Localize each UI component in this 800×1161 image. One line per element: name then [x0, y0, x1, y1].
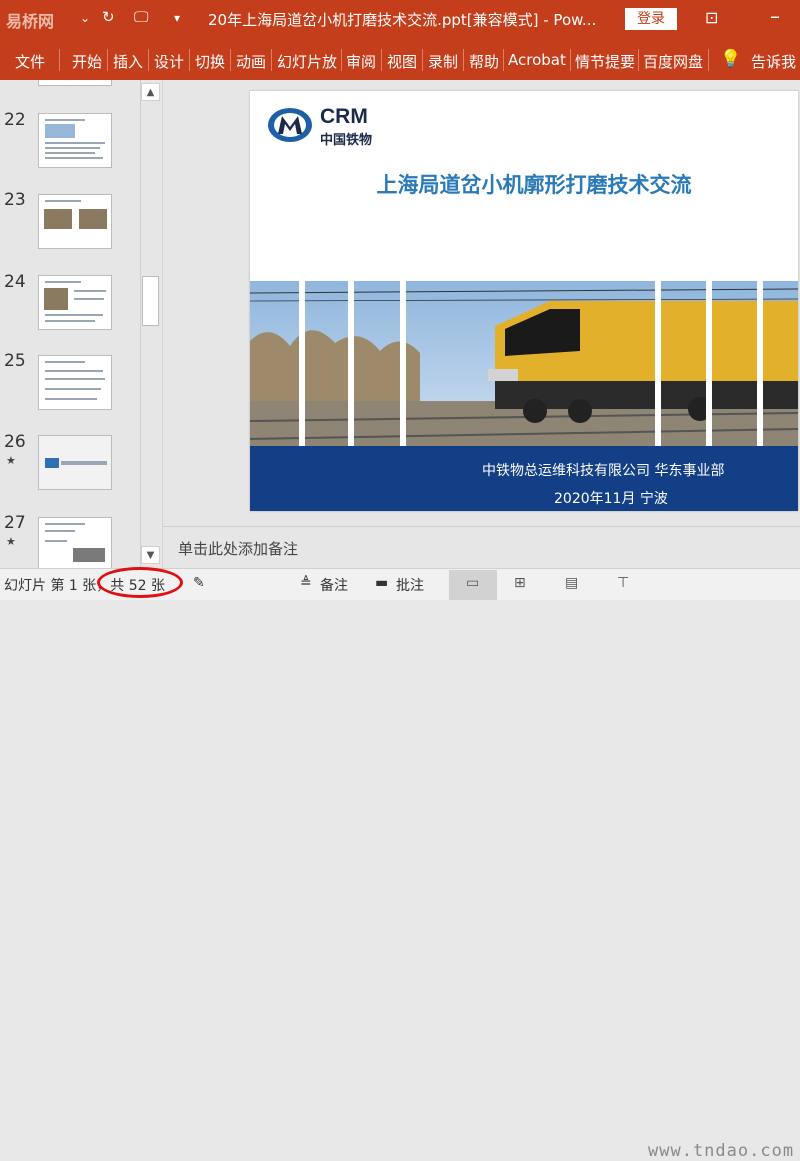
reading-view-icon[interactable]: ▤ — [565, 575, 578, 591]
slide-thumbnail-27[interactable] — [38, 517, 112, 568]
tab-file[interactable]: 文件 — [15, 51, 45, 72]
title-bar: 易桥网 ⌄ ↻ 🖵 ▾ 20年上海局道岔小机打磨技术交流.ppt[兼容模式] -… — [0, 0, 800, 38]
tab-divider — [708, 49, 709, 71]
tab-divider — [503, 49, 504, 71]
company-name: 中铁物总运维科技有限公司 华东事业部 — [482, 463, 725, 479]
scroll-down-arrow-icon[interactable]: ▼ — [141, 546, 160, 564]
thumbnail-number: 27 — [4, 513, 26, 533]
tab-slideshow[interactable]: 幻灯片放 — [277, 51, 337, 72]
ribbon-tabs: 文件 开始 插入 设计 切换 动画 幻灯片放 审阅 视图 录制 帮助 Acrob… — [0, 38, 800, 80]
slideshow-icon[interactable]: ⊤ — [617, 575, 629, 591]
thumbnail-number: 23 — [4, 190, 26, 210]
thumbnail-scrollbar[interactable]: ▲ ▼ — [140, 80, 160, 568]
slide-thumbnail-23[interactable] — [38, 194, 112, 249]
date-location: 2020年11月 宁波 — [554, 491, 668, 507]
tab-divider — [381, 49, 382, 71]
slide-footer-band: 中铁物总运维科技有限公司 华东事业部 2020年11月 宁波 — [250, 446, 798, 511]
chevron-down-icon[interactable]: ⌄ — [80, 11, 90, 25]
notes-placeholder[interactable]: 单击此处添加备注 — [178, 538, 298, 559]
current-slide[interactable]: CRM 中国铁物 上海局道岔小机廓形打磨技术交流 中铁物总运维科技有限公司 华东… — [250, 91, 798, 511]
slide-title[interactable]: 上海局道岔小机廓形打磨技术交流 — [250, 169, 798, 199]
comments-button[interactable]: 批注 — [396, 575, 424, 595]
tab-divider — [341, 49, 342, 71]
login-button[interactable]: 登录 — [625, 8, 677, 30]
slide-thumbnail-26[interactable] — [38, 435, 112, 490]
sorter-view-icon[interactable]: ⊞ — [514, 575, 526, 591]
tab-design[interactable]: 设计 — [154, 51, 184, 72]
thumbnail-partial — [38, 80, 112, 86]
tab-divider — [463, 49, 464, 71]
slide-thumbnail-24[interactable] — [38, 275, 112, 330]
tab-divider — [107, 49, 108, 71]
slide-thumbnail-22[interactable] — [38, 113, 112, 168]
present-icon[interactable]: 🖵 — [134, 8, 148, 26]
animation-star-icon: ★ — [6, 535, 16, 548]
minimize-icon[interactable]: – — [770, 4, 780, 28]
slide-thumbnail-25[interactable] — [38, 355, 112, 410]
normal-view-icon[interactable]: ▭ — [466, 575, 479, 591]
site-watermark: www.tndao.com — [648, 1141, 795, 1161]
thumbnail-number: 24 — [4, 272, 26, 292]
tab-divider — [271, 49, 272, 71]
thumbnail-number: 26 — [4, 432, 26, 452]
tab-baidu-netdisk[interactable]: 百度网盘 — [643, 51, 703, 72]
slide-thumbnail-pane[interactable]: 22 23 24 25 26 ★ 27 ★ — [0, 80, 140, 568]
window-title: 20年上海局道岔小机打磨技术交流.ppt[兼容模式] - Pow... — [208, 11, 597, 29]
tab-divider — [422, 49, 423, 71]
tab-divider — [570, 49, 571, 71]
thumbnail-number: 25 — [4, 351, 26, 371]
tab-acrobat[interactable]: Acrobat — [508, 51, 566, 69]
tab-view[interactable]: 视图 — [387, 51, 417, 72]
scroll-up-arrow-icon[interactable]: ▲ — [141, 83, 160, 101]
tab-record[interactable]: 录制 — [428, 51, 458, 72]
scrollbar-thumb[interactable] — [142, 276, 159, 326]
tab-animations[interactable]: 动画 — [236, 51, 266, 72]
lightbulb-icon[interactable]: 💡 — [720, 49, 741, 69]
logo-subtitle: 中国铁物 — [320, 133, 373, 148]
animation-star-icon: ★ — [6, 454, 16, 467]
tab-divider — [189, 49, 190, 71]
watermark-logo: 易桥网 — [6, 12, 55, 31]
tab-divider — [638, 49, 639, 71]
tab-divider — [148, 49, 149, 71]
undo-icon[interactable]: ↻ — [102, 8, 115, 26]
logo-text: CRM — [320, 105, 368, 128]
accessibility-icon[interactable]: ✎ — [193, 575, 205, 591]
notes-pane[interactable]: 单击此处添加备注 — [162, 526, 800, 568]
crm-logo-icon — [268, 108, 312, 142]
train-photo-strip — [250, 281, 798, 446]
tab-insert[interactable]: 插入 — [113, 51, 143, 72]
thumbnail-number: 22 — [4, 110, 26, 130]
comments-icon[interactable]: ▬ — [375, 575, 388, 591]
customize-icon[interactable]: ▾ — [174, 11, 180, 25]
highlight-annotation-oval — [97, 567, 183, 598]
tell-me-box[interactable]: 告诉我 — [751, 51, 796, 72]
tab-review[interactable]: 审阅 — [346, 51, 376, 72]
notes-button[interactable]: 备注 — [320, 575, 348, 595]
tab-transitions[interactable]: 切换 — [195, 51, 225, 72]
tab-divider — [230, 49, 231, 71]
tab-storyboard[interactable]: 情节提要 — [575, 51, 635, 72]
tab-divider — [59, 49, 60, 71]
tab-help[interactable]: 帮助 — [469, 51, 499, 72]
tab-home[interactable]: 开始 — [72, 51, 102, 72]
restore-icon[interactable]: ⊡ — [705, 8, 718, 27]
notes-icon[interactable]: ≜ — [300, 575, 312, 591]
